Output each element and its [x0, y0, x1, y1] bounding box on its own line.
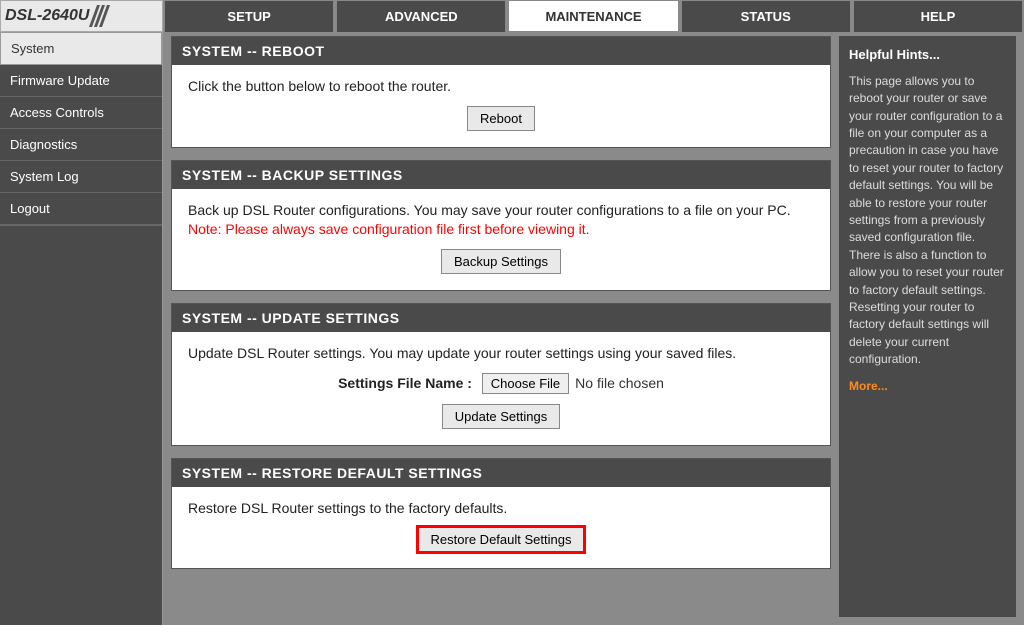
panel-restore: SYSTEM -- RESTORE DEFAULT SETTINGS Resto…: [171, 458, 831, 570]
help-more-link[interactable]: More...: [849, 378, 888, 395]
panel-backup: SYSTEM -- BACKUP SETTINGS Back up DSL Ro…: [171, 160, 831, 291]
sidebar-item-logout[interactable]: Logout: [0, 193, 162, 225]
device-logo: DSL-2640U: [0, 0, 163, 32]
nav-tab-status[interactable]: STATUS: [681, 0, 851, 32]
update-settings-button[interactable]: Update Settings: [442, 404, 561, 429]
choose-file-button[interactable]: Choose File: [482, 373, 569, 394]
sidebar-item-system-log[interactable]: System Log: [0, 161, 162, 193]
sidebar-item-diagnostics[interactable]: Diagnostics: [0, 129, 162, 161]
panel-backup-title: SYSTEM -- BACKUP SETTINGS: [172, 161, 830, 189]
help-title: Helpful Hints...: [849, 46, 1006, 65]
panel-restore-desc: Restore DSL Router settings to the facto…: [188, 499, 814, 518]
sidebar-item-access-controls[interactable]: Access Controls: [0, 97, 162, 129]
panel-reboot: SYSTEM -- REBOOT Click the button below …: [171, 36, 831, 148]
sidebar: System Firmware Update Access Controls D…: [0, 32, 163, 625]
backup-settings-button[interactable]: Backup Settings: [441, 249, 561, 274]
reboot-button[interactable]: Reboot: [467, 106, 535, 131]
nav-tab-maintenance[interactable]: MAINTENANCE: [508, 0, 678, 32]
panel-reboot-desc: Click the button below to reboot the rou…: [188, 77, 814, 96]
panel-reboot-title: SYSTEM -- REBOOT: [172, 37, 830, 65]
panel-update-desc: Update DSL Router settings. You may upda…: [188, 344, 814, 363]
help-column: Helpful Hints... This page allows you to…: [839, 36, 1016, 617]
sidebar-item-system[interactable]: System: [0, 32, 162, 65]
device-model: DSL-2640U: [5, 7, 89, 25]
nav-tab-help[interactable]: HELP: [853, 0, 1023, 32]
top-nav: SETUP ADVANCED MAINTENANCE STATUS HELP: [163, 0, 1024, 32]
panel-update: SYSTEM -- UPDATE SETTINGS Update DSL Rou…: [171, 303, 831, 446]
logo-stripes-icon: [93, 5, 108, 27]
help-body: This page allows you to reboot your rout…: [849, 73, 1006, 369]
nav-tab-setup[interactable]: SETUP: [164, 0, 334, 32]
panel-update-title: SYSTEM -- UPDATE SETTINGS: [172, 304, 830, 332]
settings-file-label: Settings File Name :: [338, 375, 472, 391]
panel-restore-title: SYSTEM -- RESTORE DEFAULT SETTINGS: [172, 459, 830, 487]
panel-backup-note: Note: Please always save configuration f…: [188, 221, 590, 237]
sidebar-item-firmware-update[interactable]: Firmware Update: [0, 65, 162, 97]
panel-backup-desc: Back up DSL Router configurations. You m…: [188, 202, 791, 218]
restore-default-settings-button[interactable]: Restore Default Settings: [418, 527, 585, 552]
sidebar-filler: [0, 225, 162, 625]
file-chosen-status: No file chosen: [575, 375, 664, 391]
nav-tab-advanced[interactable]: ADVANCED: [336, 0, 506, 32]
